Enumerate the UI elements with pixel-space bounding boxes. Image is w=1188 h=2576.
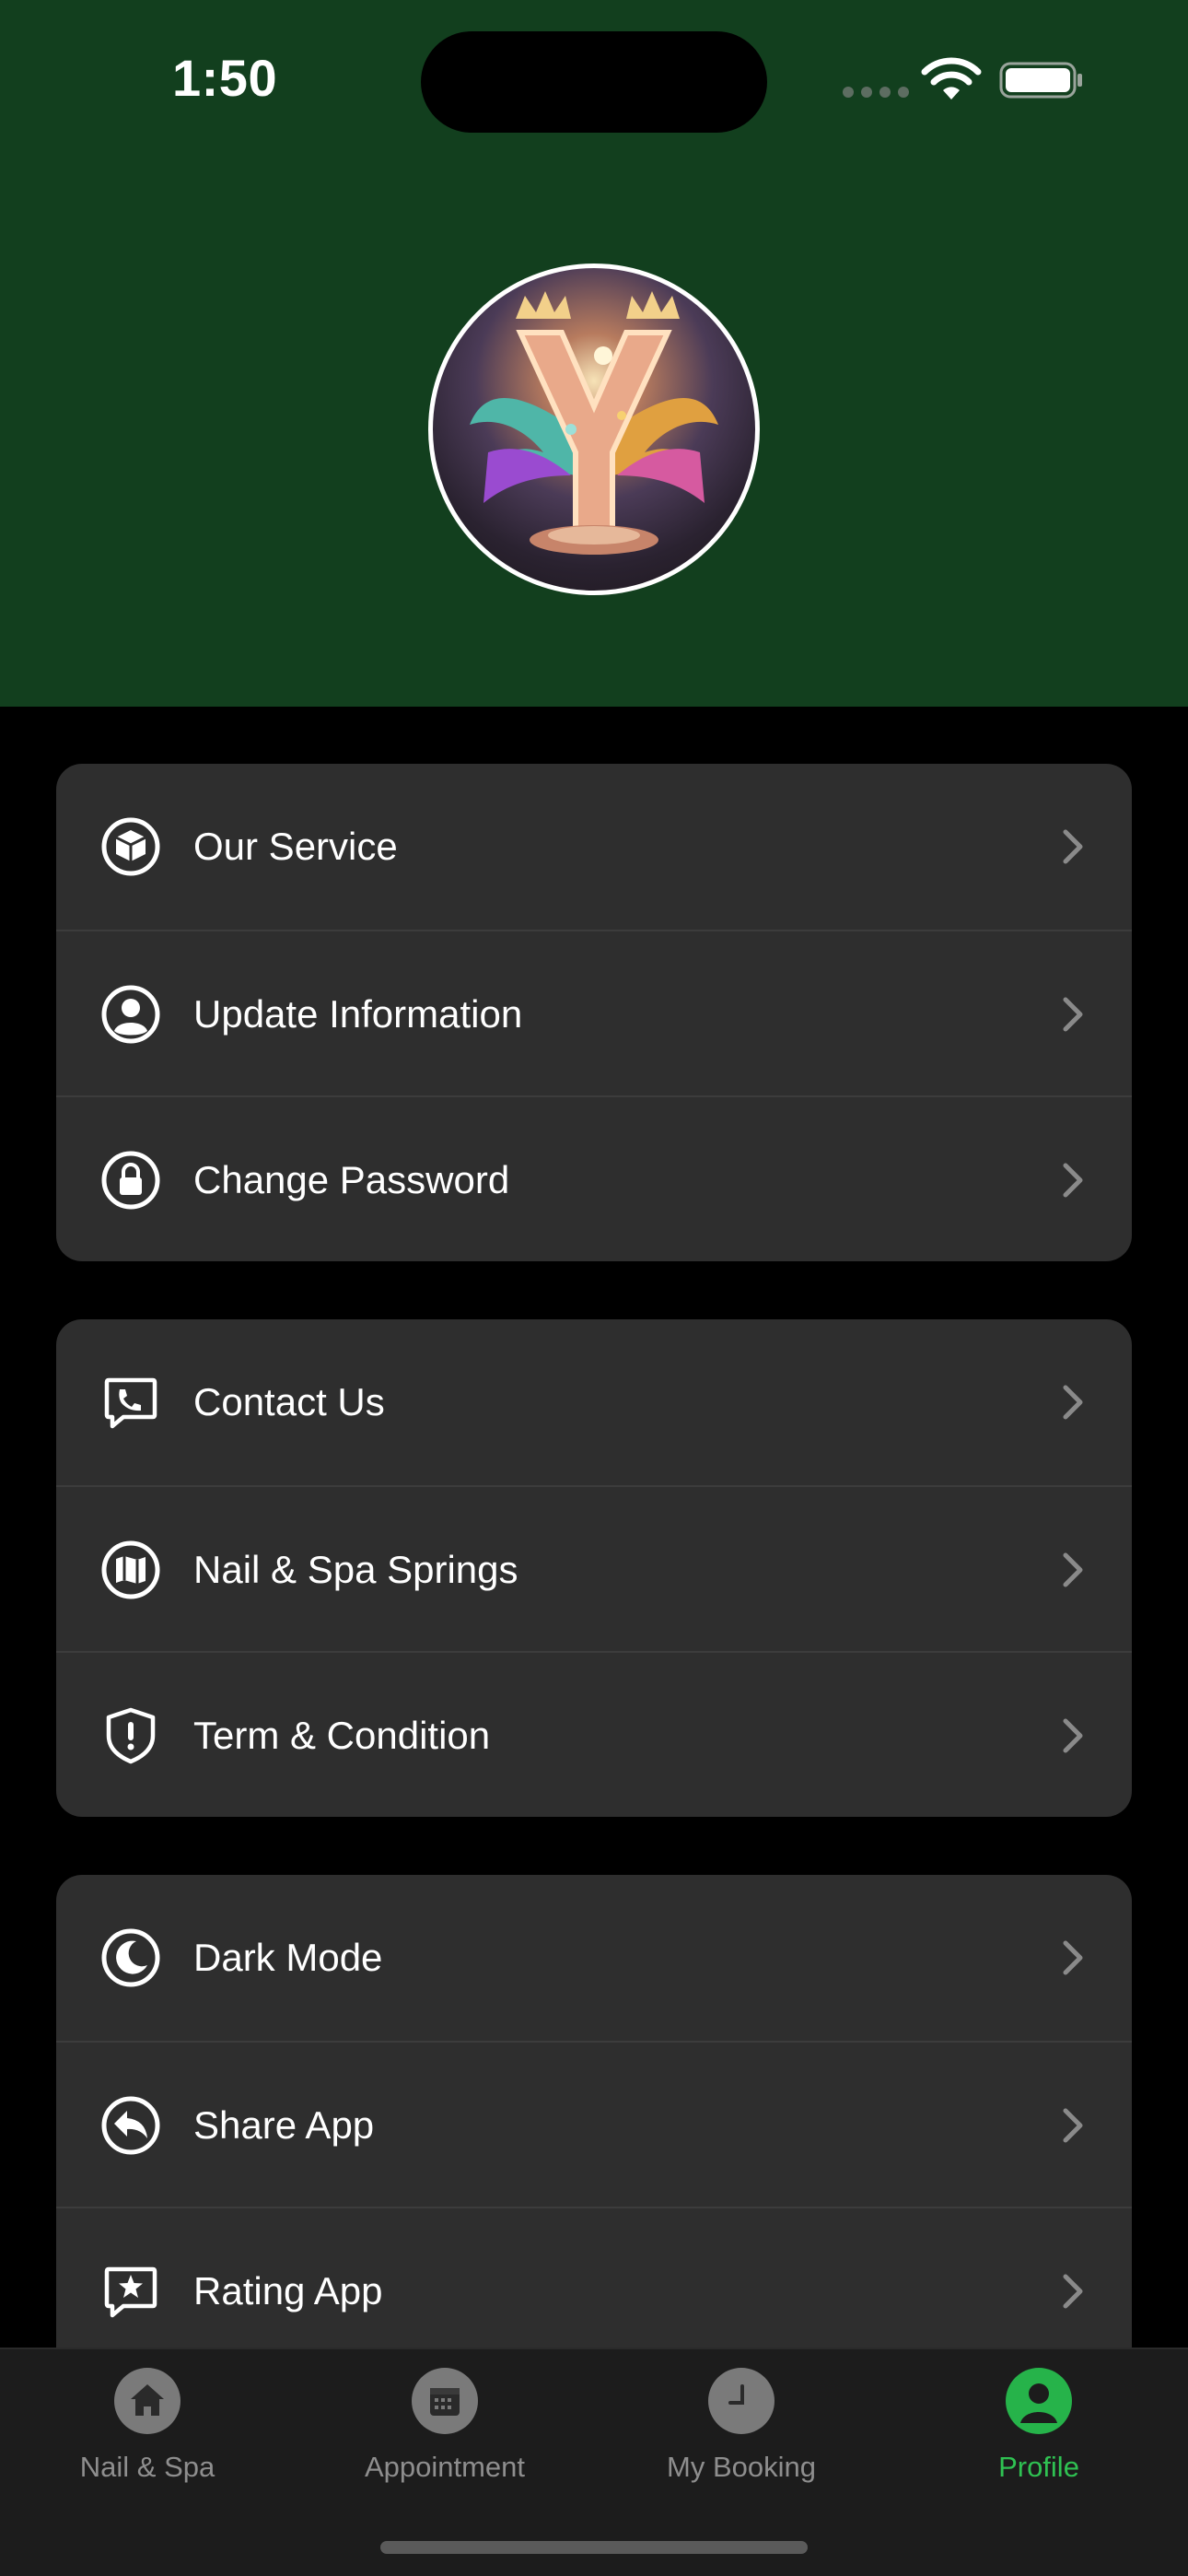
cellular-signal-icon (843, 87, 909, 98)
menu-item-term-condition[interactable]: Term & Condition (56, 1651, 1132, 1817)
lock-icon (101, 1151, 160, 1210)
map-icon (101, 1540, 160, 1599)
menu-item-label: Change Password (193, 1158, 510, 1201)
tab-profile[interactable]: Profile (919, 2368, 1159, 2484)
tab-label: Nail & Spa (79, 2451, 215, 2483)
settings-group-app: Dark Mode Share App Rating App (56, 1875, 1132, 2391)
chevron-right-icon (1063, 2108, 1083, 2143)
tab-my-booking[interactable]: My Booking (622, 2368, 861, 2484)
menu-item-label: Update Information (193, 992, 523, 1036)
chevron-right-icon (1063, 1718, 1083, 1753)
menu-item-label: Contact Us (193, 1380, 385, 1423)
profile-screen: 1:50 Our Service Update Information Chan… (0, 0, 1188, 2576)
menu-item-nail-spa-springs[interactable]: Nail & Spa Springs (56, 1485, 1132, 1651)
settings-group-account: Our Service Update Information Change Pa… (56, 764, 1132, 1261)
star-bubble-icon (104, 2266, 157, 2318)
battery-icon (999, 62, 1082, 99)
chevron-right-icon (1063, 997, 1083, 1032)
chevron-right-icon (1063, 1552, 1083, 1587)
chevron-right-icon (1063, 1940, 1083, 1975)
menu-item-contact-us[interactable]: Contact Us (56, 1319, 1132, 1485)
menu-item-dark-mode[interactable]: Dark Mode (56, 1875, 1132, 2041)
tab-appointment[interactable]: Appointment (325, 2368, 565, 2484)
status-time: 1:50 (172, 49, 278, 107)
tab-label: Profile (998, 2451, 1079, 2483)
menu-item-label: Our Service (193, 825, 398, 868)
home-icon (114, 2368, 181, 2434)
settings-group-info: Contact Us Nail & Spa Springs Term & Con… (56, 1319, 1132, 1817)
phone-bubble-icon (104, 1377, 157, 1429)
tab-label: My Booking (667, 2451, 816, 2483)
shield-exclamation-icon (106, 1707, 156, 1764)
menu-item-share-app[interactable]: Share App (56, 2041, 1132, 2207)
clock-icon (708, 2368, 775, 2434)
menu-item-label: Dark Mode (193, 1936, 383, 1979)
calendar-icon (412, 2368, 478, 2434)
chevron-right-icon (1063, 1163, 1083, 1198)
profile-avatar[interactable] (428, 263, 760, 595)
chevron-right-icon (1063, 2274, 1083, 2309)
wifi-icon (921, 57, 982, 100)
menu-item-update-information[interactable]: Update Information (56, 930, 1132, 1095)
share-arrow-icon (101, 2096, 160, 2155)
menu-item-label: Nail & Spa Springs (193, 1548, 518, 1591)
logo-avatar-icon (470, 291, 718, 555)
home-indicator[interactable] (380, 2541, 808, 2554)
box-icon (101, 817, 160, 876)
menu-item-change-password[interactable]: Change Password (56, 1095, 1132, 1261)
tab-nail-spa[interactable]: Nail & Spa (28, 2368, 267, 2484)
chevron-right-icon (1063, 829, 1083, 864)
tab-label: Appointment (364, 2451, 526, 2483)
chevron-right-icon (1063, 1385, 1083, 1420)
profile-header: 1:50 (0, 0, 1188, 707)
moon-icon (101, 1928, 160, 1987)
menu-item-label: Share App (193, 2103, 375, 2147)
profile-icon (1006, 2368, 1072, 2434)
person-circle-icon (101, 985, 160, 1044)
dynamic-island (421, 31, 767, 133)
menu-item-label: Term & Condition (193, 1714, 491, 1757)
menu-item-our-service[interactable]: Our Service (56, 764, 1132, 930)
